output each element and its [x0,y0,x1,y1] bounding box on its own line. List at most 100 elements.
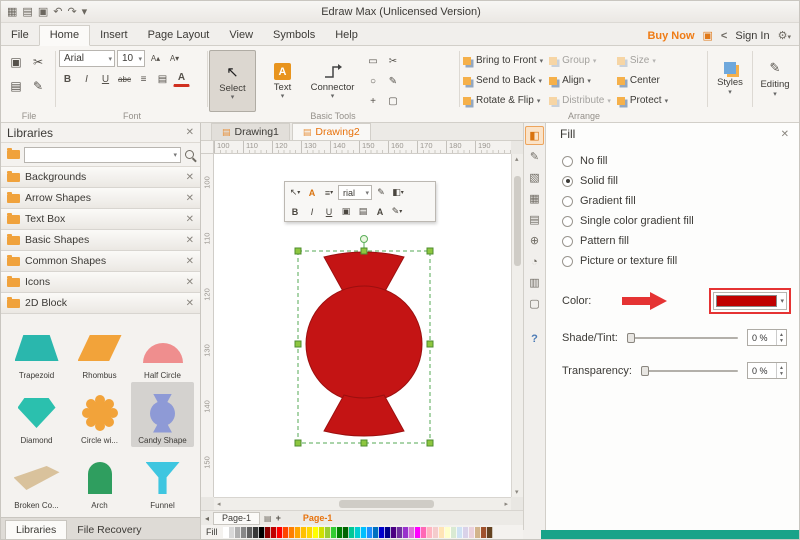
library-section[interactable]: Basic Shapes ✕ [1,230,200,251]
transparency-slider[interactable] [641,370,738,372]
bullet-list-button[interactable]: ▤ [154,71,171,87]
tab-home[interactable]: Home [39,25,90,46]
align-text-button[interactable]: ≡ [135,71,152,87]
shape-item[interactable]: Rhombus [68,317,131,382]
arrange-item[interactable]: Distribute▾ [549,92,611,109]
scroll-up-icon[interactable]: ▴ [515,155,519,163]
close-icon[interactable]: ✕ [186,277,194,288]
ellipse-tool-icon[interactable]: ○ [365,73,382,89]
tab-symbols[interactable]: Symbols [263,26,325,45]
fill-option[interactable]: Picture or texture fill [562,255,800,267]
radio-icon[interactable] [562,256,573,267]
bold-icon[interactable]: B [287,204,303,220]
font-size-select[interactable]: 10▾ [117,50,145,67]
crop-tool-icon[interactable]: ▢ [385,93,402,109]
shape-item[interactable]: Candy Shape [131,382,194,447]
text-tool-button[interactable]: A Text ▾ [259,50,306,112]
italic-button[interactable]: I [78,71,95,87]
redo-icon[interactable]: ↷ [67,6,76,18]
quick-style-tool-icon[interactable]: ▧ [525,168,544,187]
strikethrough-button[interactable]: abc [116,71,133,87]
shape-item[interactable]: Half Circle [131,317,194,382]
scrollbar-thumb[interactable] [514,176,521,266]
arrange-item[interactable]: Size▾ [617,52,668,69]
buy-now-link[interactable]: Buy Now [647,30,694,42]
library-section[interactable]: 2D Block ✕ [1,293,200,314]
panel-bottom-tab[interactable]: Libraries [5,520,67,539]
horizontal-scrollbar[interactable]: ◂ ▸ [214,497,511,510]
shape-item[interactable]: Diamond [5,382,68,447]
scroll-right-icon[interactable]: ▸ [504,500,508,508]
arrange-item[interactable]: Send to Back▾ [463,72,543,89]
spinner-down-icon[interactable]: ▼ [777,338,786,344]
panel-bottom-tab[interactable]: File Recovery [67,521,151,539]
library-section[interactable]: Arrow Shapes ✕ [1,188,200,209]
scroll-down-icon[interactable]: ▾ [515,488,519,496]
rotation-handle[interactable] [361,236,368,243]
document-tool-icon[interactable]: ▢ [525,294,544,313]
arrange-item[interactable]: Bring to Front▾ [463,52,543,69]
pen-tool-icon[interactable]: ✎ [385,73,402,89]
shade-value-spinner[interactable]: 0 % ▲▼ [747,329,787,346]
font-color-icon[interactable]: A [372,204,388,220]
color-dropdown[interactable]: ▾ [713,292,787,310]
close-icon[interactable]: ✕ [186,127,194,138]
italic-icon[interactable]: I [304,204,320,220]
app-icon[interactable]: ▦ [7,6,17,18]
add-library-folder-icon[interactable] [7,150,20,159]
shape-item[interactable]: Funnel [131,447,194,512]
close-icon[interactable]: ✕ [186,298,194,309]
document-tab[interactable]: ▤ Drawing2 [292,123,371,140]
share-icon[interactable]: < [721,30,727,42]
page-nav-left-icon[interactable]: ◂ [205,514,209,523]
copy-style-icon[interactable]: ▣ [338,204,354,220]
format-painter-icon[interactable]: ✎ [30,78,47,94]
tab-file[interactable]: File [1,26,39,45]
help-tool-icon[interactable]: ? [525,329,544,348]
page-list-icon[interactable]: ▤ [264,514,272,523]
save-icon[interactable]: ▣ [38,6,48,18]
scrollbar-thumb[interactable] [339,500,434,508]
fill-tool-icon[interactable]: ◧ [525,126,544,145]
export-icon[interactable]: ▣ [703,29,713,42]
editing-button[interactable]: ✎ Editing ▾ [754,46,796,110]
library-search-input[interactable]: ▾ [24,147,181,163]
close-icon[interactable]: ✕ [186,193,194,204]
radio-icon[interactable] [562,196,573,207]
sign-in-link[interactable]: Sign In [735,30,769,42]
close-icon[interactable]: ✕ [186,256,194,267]
undo-icon[interactable]: ↶ [53,6,62,18]
underline-button[interactable]: U [97,71,114,87]
vertical-scrollbar[interactable]: ▴ ▾ [511,154,523,497]
fill-option[interactable]: Gradient fill [562,195,800,207]
selected-shape[interactable] [286,231,442,449]
shade-slider[interactable] [627,337,738,339]
floating-font-select[interactable]: rial▾ [338,185,372,200]
close-icon[interactable]: ✕ [186,214,194,225]
radio-icon[interactable] [562,156,573,167]
styles-button[interactable]: Styles ▾ [709,46,751,110]
note-tool-icon[interactable]: ▥ [525,273,544,292]
color-swatch-item[interactable] [487,527,493,538]
rectangle-tool-icon[interactable]: ▭ [365,53,382,69]
line-tool-icon[interactable]: ✎ [525,147,544,166]
erase-tool-icon[interactable]: ✂ [385,53,402,69]
new-document-icon[interactable]: ▤ [22,6,32,18]
quick-access-dropdown-icon[interactable]: ▾ [82,6,88,18]
tab-help[interactable]: Help [325,26,368,45]
search-icon[interactable] [185,150,194,159]
paste-icon[interactable]: ▣ [8,54,25,70]
shape-item[interactable]: Arch [68,447,131,512]
cut-icon[interactable]: ✂ [30,54,47,70]
font-family-select[interactable]: Arial▾ [59,50,115,67]
select-tool-button[interactable]: ↖ Select ▾ [209,50,256,112]
page-tab[interactable]: Page-1 [213,512,260,525]
align-icon[interactable]: ≡▾ [321,185,337,201]
underline-icon[interactable]: U [321,204,337,220]
text-tool-icon[interactable]: A [304,185,320,201]
hyperlink-tool-icon[interactable]: ⊕ [525,231,544,250]
library-section[interactable]: Text Box ✕ [1,209,200,230]
transparency-value-spinner[interactable]: 0 % ▲▼ [747,362,787,379]
shape-item[interactable]: Broken Co... [5,447,68,512]
fill-style-icon[interactable]: ▤ [355,204,371,220]
